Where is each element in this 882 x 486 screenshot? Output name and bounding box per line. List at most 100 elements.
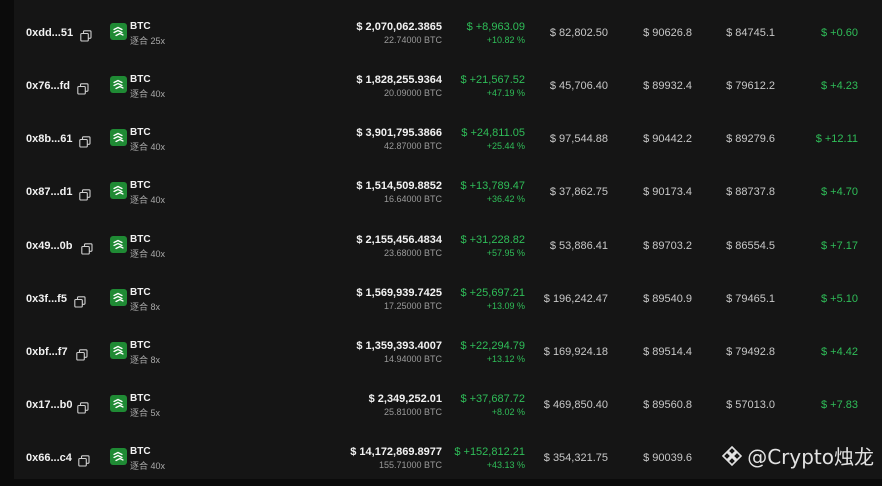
position-value: $ 1,514,509.8852: [356, 180, 442, 192]
coin-symbol: BTC: [130, 74, 151, 85]
btc-coin-icon: [110, 76, 127, 93]
wallet-address[interactable]: 0x49...0b: [26, 240, 72, 252]
leverage-label: 逐合 40x: [130, 249, 166, 259]
funding-fee: $ +4.42: [820, 346, 858, 358]
table-row: 0x17...b0 BTC 逐合 5x $ 2,349,252.01 25.81000 …: [14, 380, 882, 433]
copy-icon[interactable]: [79, 188, 91, 201]
unrealized-pnl: $ +13,789.47: [460, 180, 525, 192]
position-value: $ 14,172,869.8977: [350, 446, 442, 458]
entry-price: $ 89514.4: [643, 346, 692, 358]
position-size: 23.68000 BTC: [383, 248, 442, 258]
margin-value: $ 45,706.40: [549, 80, 608, 92]
funding-fee: $ +0.60: [820, 27, 858, 39]
coin-symbol: BTC: [130, 287, 151, 298]
binance-diamond-logo-icon: [722, 445, 743, 466]
positions-table: 0xdd...51 BTC 逐合 25x $ 2,070,062.3865 22.740…: [14, 0, 882, 479]
pnl-percent: +10.82 %: [486, 35, 525, 45]
entry-price: $ 89932.4: [643, 80, 692, 92]
margin-value: $ 169,924.18: [543, 346, 608, 358]
copy-icon[interactable]: [81, 242, 93, 255]
btc-coin-icon: [110, 395, 127, 412]
btc-coin-icon: [110, 236, 127, 253]
margin-value: $ 37,862.75: [549, 186, 608, 198]
unrealized-pnl: $ +152,812.21: [454, 446, 525, 458]
margin-value: $ 354,321.75: [543, 452, 608, 464]
entry-price: $ 90626.8: [643, 27, 692, 39]
funding-fee: $ +4.23: [820, 80, 858, 92]
coin-symbol: BTC: [130, 446, 151, 457]
position-value: $ 2,349,252.01: [368, 393, 442, 405]
wallet-address[interactable]: 0xbf...f7: [26, 346, 68, 358]
entry-price: $ 89560.8: [643, 399, 692, 411]
copy-icon[interactable]: [80, 29, 92, 42]
watermark: @Crypto烛龙: [721, 441, 874, 470]
unrealized-pnl: $ +8,963.09: [466, 21, 525, 33]
margin-value: $ 97,544.88: [549, 133, 608, 145]
pnl-percent: +43.13 %: [486, 460, 525, 470]
wallet-address[interactable]: 0x66...c4: [26, 452, 72, 464]
wallet-address[interactable]: 0x8b...61: [26, 133, 72, 145]
leverage-label: 逐合 40x: [130, 89, 166, 99]
pnl-percent: +47.19 %: [486, 88, 525, 98]
liquidation-price: $ 79465.1: [726, 293, 775, 305]
btc-coin-icon: [110, 342, 127, 359]
leverage-label: 逐合 40x: [130, 461, 166, 471]
entry-price: $ 90039.6: [643, 452, 692, 464]
position-size: 22.74000 BTC: [383, 35, 442, 45]
copy-icon[interactable]: [78, 454, 90, 467]
funding-fee: $ +7.17: [820, 240, 858, 252]
funding-fee: $ +4.70: [820, 186, 858, 198]
wallet-address[interactable]: 0x87...d1: [26, 186, 72, 198]
funding-fee: $ +5.10: [820, 293, 858, 305]
entry-price: $ 90173.4: [643, 186, 692, 198]
unrealized-pnl: $ +21,567.52: [460, 74, 525, 86]
btc-coin-icon: [110, 289, 127, 306]
position-value: $ 2,070,062.3865: [356, 21, 442, 33]
coin-symbol: BTC: [130, 393, 151, 404]
unrealized-pnl: $ +25,697.21: [460, 287, 525, 299]
entry-price: $ 90442.2: [643, 133, 692, 145]
entry-price: $ 89703.2: [643, 240, 692, 252]
position-size: 42.87000 BTC: [383, 141, 442, 151]
table-row: 0x87...d1 BTC 逐合 40x $ 1,514,509.8852 16.640…: [14, 167, 882, 220]
copy-icon[interactable]: [77, 82, 89, 95]
position-value: $ 1,828,255.9364: [356, 74, 442, 86]
unrealized-pnl: $ +37,687.72: [460, 393, 525, 405]
liquidation-price: $ 89279.6: [726, 133, 775, 145]
pnl-percent: +8.02 %: [491, 407, 525, 417]
table-row: 0x3f...f5 BTC 逐合 8x $ 1,569,939.7425 17.2500…: [14, 274, 882, 327]
funding-fee: $ +12.11: [815, 133, 858, 145]
leverage-label: 逐合 8x: [130, 302, 161, 312]
position-size: 25.81000 BTC: [383, 407, 442, 417]
position-size: 16.64000 BTC: [383, 194, 442, 204]
wallet-address[interactable]: 0xdd...51: [26, 27, 73, 39]
unrealized-pnl: $ +22,294.79: [460, 340, 525, 352]
coin-symbol: BTC: [130, 180, 151, 191]
copy-icon[interactable]: [76, 348, 88, 361]
funding-fee: $ +7.83: [820, 399, 858, 411]
copy-icon[interactable]: [77, 401, 89, 414]
table-row: 0xdd...51 BTC 逐合 25x $ 2,070,062.3865 22.740…: [14, 8, 882, 61]
pnl-percent: +57.95 %: [486, 248, 525, 258]
watermark-text: @Crypto烛龙: [747, 445, 874, 469]
wallet-address[interactable]: 0x17...b0: [26, 399, 72, 411]
btc-coin-icon: [110, 23, 127, 40]
coin-symbol: BTC: [130, 234, 151, 245]
wallet-address[interactable]: 0x76...fd: [26, 80, 70, 92]
coin-symbol: BTC: [130, 127, 151, 138]
leverage-label: 逐合 8x: [130, 355, 161, 365]
position-size: 14.94000 BTC: [383, 354, 442, 364]
coin-symbol: BTC: [130, 340, 151, 351]
position-value: $ 1,359,393.4007: [356, 340, 442, 352]
wallet-address[interactable]: 0x3f...f5: [26, 293, 67, 305]
leverage-label: 逐合 25x: [130, 36, 166, 46]
liquidation-price: $ 57013.0: [726, 399, 775, 411]
unrealized-pnl: $ +31,228.82: [460, 234, 525, 246]
copy-icon[interactable]: [79, 135, 91, 148]
copy-icon[interactable]: [74, 295, 86, 308]
entry-price: $ 89540.9: [643, 293, 692, 305]
liquidation-price: $ 84745.1: [726, 27, 775, 39]
btc-coin-icon: [110, 129, 127, 146]
coin-symbol: BTC: [130, 21, 151, 32]
liquidation-price: $ 86554.5: [726, 240, 775, 252]
